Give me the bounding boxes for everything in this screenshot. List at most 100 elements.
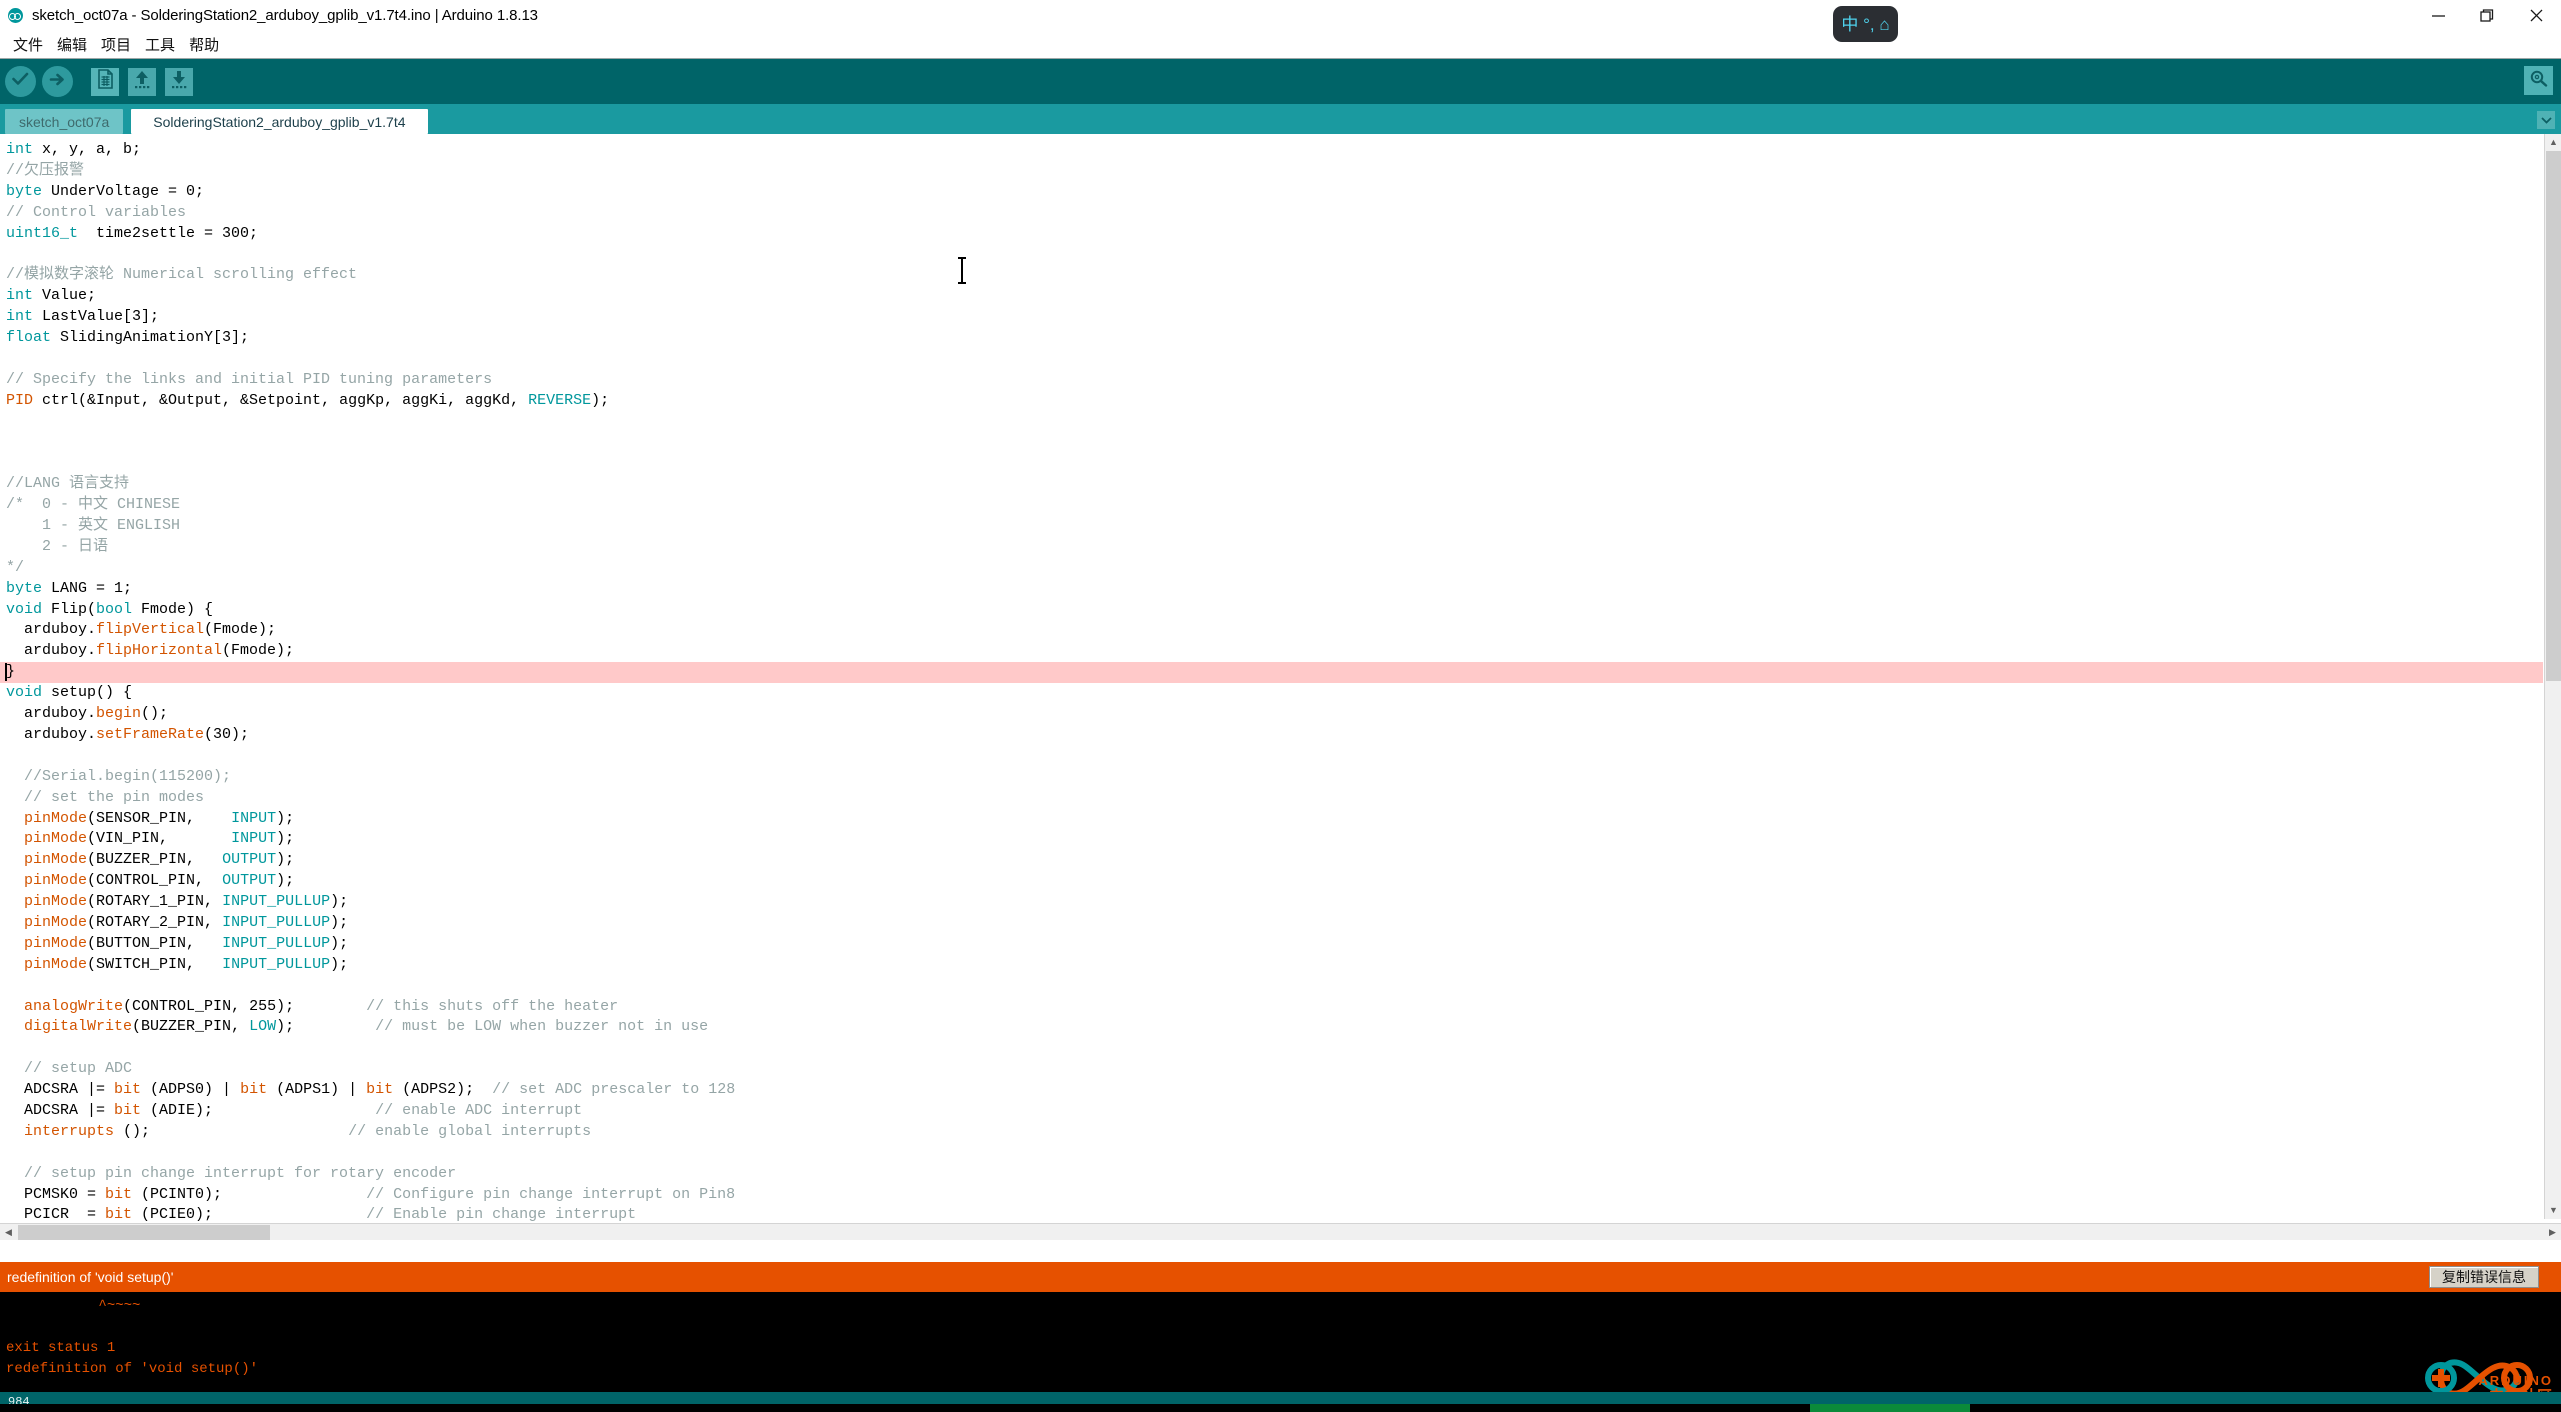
arrow-down-icon <box>170 69 188 94</box>
code-line: uint16_t time2settle = 300; <box>6 224 2543 245</box>
open-sketch-button[interactable] <box>128 67 156 96</box>
code-line: //欠压报警 <box>6 161 2543 182</box>
scroll-up-arrow[interactable]: ▲ <box>2545 134 2561 151</box>
horizontal-scroll-thumb[interactable] <box>18 1225 270 1240</box>
code-token: ); <box>276 1018 376 1036</box>
scroll-left-arrow[interactable]: ◀ <box>0 1224 17 1241</box>
scroll-down-arrow[interactable]: ▼ <box>2545 1202 2561 1219</box>
code-line: /* 0 - 中文 CHINESE <box>6 495 2543 516</box>
code-line: pinMode(SWITCH_PIN, INPUT_PULLUP); <box>6 955 2543 976</box>
code-line: int Value; <box>6 286 2543 307</box>
code-token: // Specify the links and initial PID tun… <box>6 370 493 388</box>
copy-error-button[interactable]: 复制错误信息 <box>2429 1266 2539 1288</box>
close-button[interactable] <box>2512 0 2561 31</box>
code-token: (SENSOR_PIN, <box>87 809 232 827</box>
new-sketch-button[interactable] <box>91 67 119 96</box>
editor-vertical-scrollbar[interactable]: ▲ ▼ <box>2544 134 2561 1219</box>
code-token: pinMode <box>24 830 88 848</box>
code-token: ); <box>330 955 349 973</box>
arduino-ide-window: sketch_oct07a - SolderingStation2_ardubo… <box>0 0 2561 1412</box>
code-token: PCMSK0 = <box>6 1185 106 1203</box>
maximize-button[interactable] <box>2463 0 2512 31</box>
code-line: float SlidingAnimationY[3]; <box>6 328 2543 349</box>
code-token: ); <box>330 893 349 911</box>
code-token: (ADPS0) | <box>141 1081 241 1099</box>
code-line: byte UnderVoltage = 0; <box>6 182 2543 203</box>
window-title: sketch_oct07a - SolderingStation2_ardubo… <box>32 7 538 24</box>
tab-sketch-oct07a[interactable]: sketch_oct07a <box>5 109 124 134</box>
code-token: (VIN_PIN, <box>87 830 232 848</box>
code-token: 1 - 英文 ENGLISH <box>6 517 181 535</box>
ime-floating-toolbar[interactable]: 中 °, ⌂ <box>1833 6 1898 42</box>
code-token: bit <box>105 1206 133 1224</box>
vertical-scroll-thumb[interactable] <box>2546 151 2561 681</box>
code-token: flipVertical <box>96 621 205 639</box>
code-token: (PCIE0); <box>132 1206 367 1224</box>
code-token: (ADPS1) | <box>267 1081 367 1099</box>
code-token: //模拟数字滚轮 Numerical scrolling effect <box>6 266 358 284</box>
caret-left-icon: ◀ <box>5 1227 12 1237</box>
console-output[interactable]: ^~~~~ exit status 1 redefinition of 'voi… <box>0 1292 2561 1392</box>
menu-help[interactable]: 帮助 <box>182 32 226 57</box>
code-token: bit <box>114 1101 142 1119</box>
code-token: // set the pin modes <box>6 788 205 806</box>
code-line: //模拟数字滚轮 Numerical scrolling effect <box>6 265 2543 286</box>
code-token: ADCSRA |= <box>6 1081 115 1099</box>
arduino-infinity-icon <box>8 8 23 23</box>
code-line: arduboy.flipVertical(Fmode); <box>6 620 2543 641</box>
code-line: ADCSRA |= bit (ADIE); // enable ADC inte… <box>6 1101 2543 1122</box>
code-line: 1 - 英文 ENGLISH <box>6 516 2543 537</box>
code-editor[interactable]: int x, y, a, b;//欠压报警 byte UnderVoltage =… <box>0 134 2561 1240</box>
windows-taskbar <box>0 1404 2561 1412</box>
ime-punctuation-icon[interactable]: °, <box>1863 16 1875 33</box>
code-line: PID ctrl(&Input, &Output, &Setpoint, agg… <box>6 391 2543 412</box>
code-token: ); <box>330 934 349 952</box>
code-line: // setup pin change interrupt for rotary… <box>6 1164 2543 1185</box>
code-token: INPUT_PULLUP <box>222 934 331 952</box>
ime-skin-icon[interactable]: ⌂ <box>1879 16 1889 33</box>
code-token: //LANG 语言支持 <box>6 475 130 493</box>
code-token: float <box>6 329 52 347</box>
menu-tools[interactable]: 工具 <box>138 32 182 57</box>
tab-menu-button[interactable] <box>2537 111 2555 129</box>
ime-mode-chinese-icon[interactable]: 中 <box>1841 16 1858 33</box>
code-token: REVERSE <box>528 391 592 409</box>
code-token: LastValue[3]; <box>33 308 160 326</box>
verify-button[interactable] <box>5 66 36 97</box>
code-text[interactable]: int x, y, a, b;//欠压报警 byte UnderVoltage =… <box>0 134 2543 1226</box>
code-token: ); <box>591 391 610 409</box>
code-token: byte <box>6 182 43 200</box>
tab-solderingstation2[interactable]: SolderingStation2_arduboy_gplib_v1.7t4 <box>131 109 428 134</box>
code-token: (Fmode); <box>222 642 295 660</box>
code-token: (BUTTON_PIN, <box>87 934 223 952</box>
code-token: setup() { <box>42 684 133 702</box>
code-token: PCICR = <box>6 1206 106 1224</box>
serial-monitor-button[interactable] <box>2524 66 2553 95</box>
taskbar-active-item[interactable] <box>1810 1404 1970 1412</box>
menu-file[interactable]: 文件 <box>6 32 50 57</box>
code-token: int <box>6 287 34 305</box>
code-line: pinMode(VIN_PIN, INPUT); <box>6 829 2543 850</box>
code-line: // Control variables <box>6 203 2543 224</box>
scroll-right-arrow[interactable]: ▶ <box>2544 1224 2561 1241</box>
caret-down-icon: ▼ <box>2549 1205 2558 1215</box>
editor-horizontal-scrollbar[interactable]: ◀ ▶ <box>0 1223 2561 1240</box>
menu-sketch[interactable]: 项目 <box>94 32 138 57</box>
code-line: // set the pin modes <box>6 788 2543 809</box>
upload-button[interactable] <box>42 66 73 97</box>
code-token: ctrl(&Input, &Output, &Setpoint, aggKp, … <box>33 391 529 409</box>
minimize-button[interactable] <box>2414 0 2463 31</box>
code-token: bool <box>96 600 133 618</box>
code-token: Flip( <box>42 600 97 618</box>
save-sketch-button[interactable] <box>165 67 193 96</box>
code-token: // Enable pin change interrupt <box>366 1206 637 1224</box>
code-line: pinMode(BUZZER_PIN, OUTPUT); <box>6 850 2543 871</box>
menu-edit[interactable]: 编辑 <box>50 32 94 57</box>
